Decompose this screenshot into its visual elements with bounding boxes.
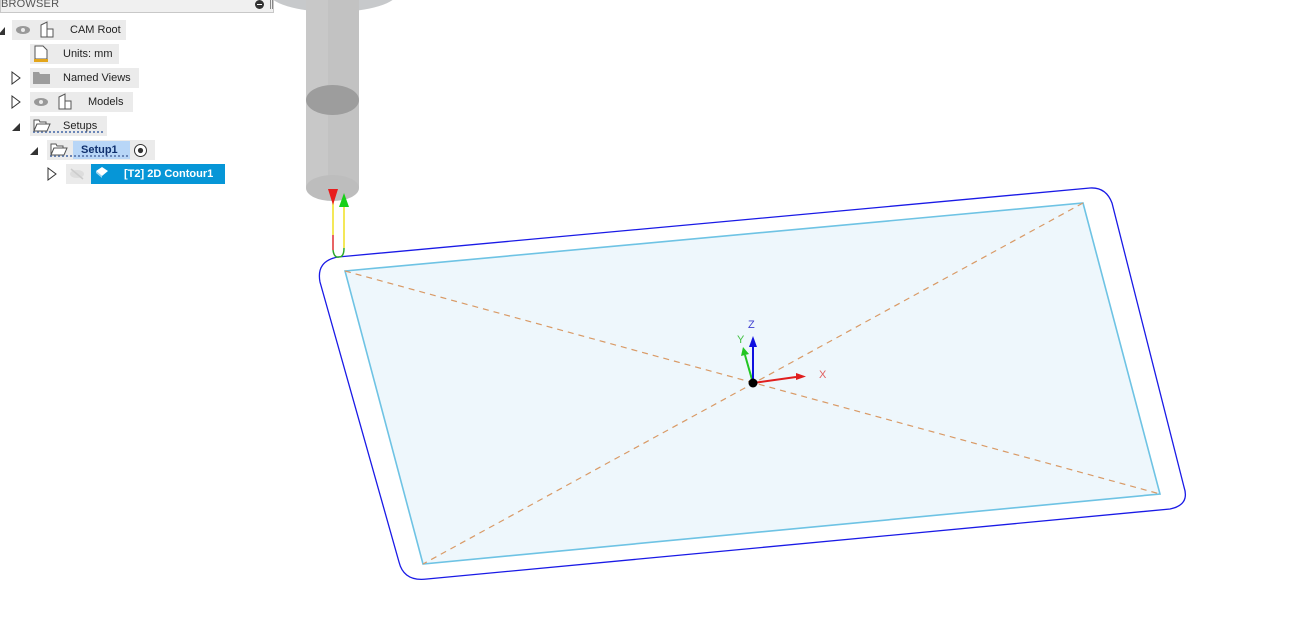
panel-grip-icon[interactable] [270, 0, 271, 9]
operation-icon [96, 167, 108, 178]
collapsed-triangle-icon[interactable] [11, 95, 21, 109]
component-icon [58, 93, 72, 110]
origin-point [748, 378, 758, 388]
activate-radio-icon[interactable] [133, 143, 148, 158]
tree-item-label: CAM Root [70, 24, 121, 36]
expanded-triangle-icon[interactable] [29, 144, 39, 156]
y-axis-label: Y [737, 334, 745, 346]
document-units-icon [34, 45, 48, 62]
collapsed-triangle-icon[interactable] [11, 71, 21, 85]
z-axis-label: Z [748, 319, 755, 331]
minus-circle-icon[interactable] [255, 0, 264, 9]
tree-item-label: Setups [63, 120, 98, 132]
cutting-tool [306, 0, 359, 201]
tree-item-label: Named Views [63, 72, 131, 84]
eye-icon[interactable] [15, 24, 31, 36]
tree-item-label: Units: mm [63, 48, 113, 60]
canvas-3d-viewport[interactable]: X Y Z [0, 0, 1306, 637]
tree-item-label: Models [88, 96, 124, 108]
browser-title: BROWSER [1, 0, 60, 10]
expanded-triangle-icon[interactable] [0, 24, 7, 36]
tool-flute-ring [306, 85, 359, 115]
open-folder-icon [50, 143, 68, 156]
tree-item-label: Setup1 [81, 144, 118, 156]
eye-icon[interactable] [33, 96, 49, 108]
x-axis-label: X [819, 369, 827, 381]
panel-grip-line [272, 0, 273, 9]
folder-icon [33, 72, 50, 84]
browser-header: BROWSER [0, 0, 274, 13]
eye-hidden-icon[interactable] [68, 168, 86, 180]
open-folder-icon [33, 119, 51, 132]
collapsed-triangle-icon[interactable] [47, 167, 57, 181]
tree-item-label: [T2] 2D Contour1 [124, 168, 214, 180]
expanded-triangle-icon[interactable] [11, 120, 21, 132]
component-icon [40, 21, 54, 38]
